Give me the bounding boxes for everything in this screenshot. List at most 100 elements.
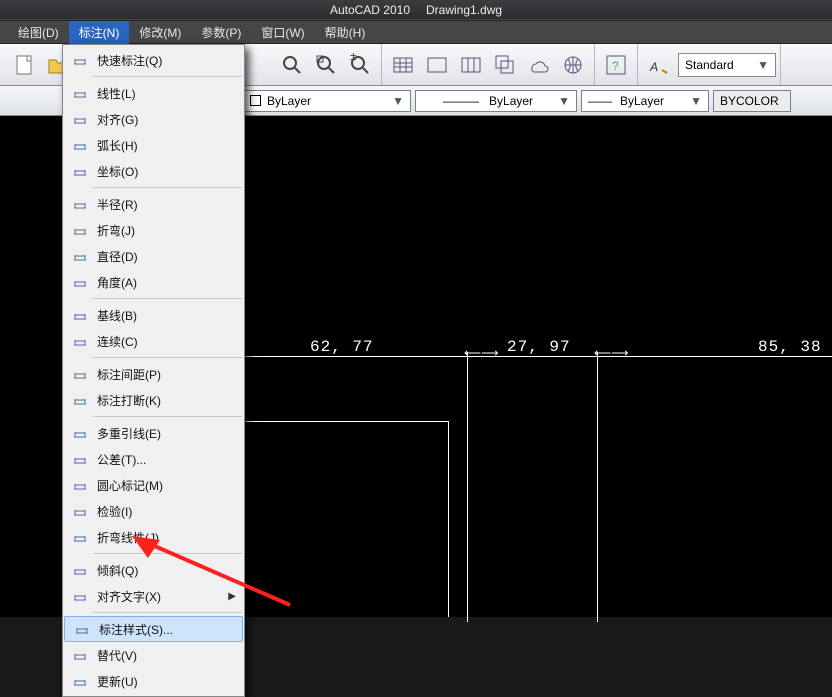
- diameter-icon: [69, 248, 91, 264]
- dim-text-1: 62, 77: [310, 338, 374, 356]
- grid-button[interactable]: [455, 49, 487, 81]
- style-value: Standard: [685, 58, 734, 72]
- dim-text-2: 27, 97: [507, 338, 571, 356]
- dd-joglinear[interactable]: 折弯线性(J): [63, 524, 244, 550]
- help-button[interactable]: ?: [600, 49, 632, 81]
- lineweight-combo[interactable]: ——ByLayer ▼: [581, 90, 709, 112]
- space-icon: [69, 366, 91, 382]
- dd-linear[interactable]: 线性(L): [63, 80, 244, 106]
- linetype-value: ByLayer: [489, 94, 533, 108]
- dd-center[interactable]: 圆心标记(M): [63, 472, 244, 498]
- continue-icon: [69, 333, 91, 349]
- dd-inspect[interactable]: 检验(I): [63, 498, 244, 524]
- plotstyle-value: BYCOLOR: [720, 94, 779, 108]
- zoom-realtime-button[interactable]: ±: [344, 49, 376, 81]
- override-icon: [69, 647, 91, 663]
- dd-space[interactable]: 标注间距(P): [63, 361, 244, 387]
- table-button[interactable]: [387, 49, 419, 81]
- textstyle-button[interactable]: A: [643, 49, 675, 81]
- color-value: ByLayer: [267, 94, 311, 108]
- tolerance-icon: [69, 451, 91, 467]
- style-combo[interactable]: Standard ▼: [678, 53, 776, 77]
- dd-radius[interactable]: 半径(R): [63, 191, 244, 217]
- dd-linear-label: 线性(L): [97, 85, 136, 102]
- svg-text:?: ?: [612, 59, 619, 73]
- dd-oblique[interactable]: 倾斜(Q): [63, 557, 244, 583]
- layers-button[interactable]: [489, 49, 521, 81]
- inspect-icon: [69, 503, 91, 519]
- title-bar: AutoCAD 2010 Drawing1.dwg: [0, 0, 832, 20]
- svg-text:±: ±: [350, 53, 357, 63]
- align-text-icon: [69, 588, 91, 604]
- menu-modify[interactable]: 修改(M): [129, 21, 191, 44]
- chevron-down-icon: ▼: [558, 94, 570, 108]
- dimstyle-icon: [71, 621, 93, 637]
- app-name: AutoCAD 2010: [330, 3, 410, 17]
- dd-ordinate-label: 坐标(O): [97, 163, 138, 180]
- dd-baseline[interactable]: 基线(B): [63, 302, 244, 328]
- dd-joglinear-label: 折弯线性(J): [97, 529, 159, 546]
- linetype-combo[interactable]: ———ByLayer ▼: [415, 90, 577, 112]
- dd-arclen-label: 弧长(H): [97, 137, 138, 154]
- dd-break[interactable]: 标注打断(K): [63, 387, 244, 413]
- dd-continue[interactable]: 连续(C): [63, 328, 244, 354]
- dd-inspect-label: 检验(I): [97, 503, 132, 520]
- quick-dim-icon: [69, 52, 91, 68]
- oblique-icon: [69, 562, 91, 578]
- center-icon: [69, 477, 91, 493]
- dd-override[interactable]: 替代(V): [63, 642, 244, 668]
- table2-button[interactable]: [421, 49, 453, 81]
- dd-ordinate[interactable]: 坐标(O): [63, 158, 244, 184]
- dd-diameter[interactable]: 直径(D): [63, 243, 244, 269]
- dim-line: [183, 356, 832, 357]
- lineweight-value: ByLayer: [620, 94, 664, 108]
- dd-jogged[interactable]: 折弯(J): [63, 217, 244, 243]
- dd-jogged-label: 折弯(J): [97, 222, 135, 239]
- dd-mleader[interactable]: 多重引线(E): [63, 420, 244, 446]
- dd-quick[interactable]: 快速标注(Q): [63, 47, 244, 73]
- menu-help[interactable]: 帮助(H): [315, 21, 376, 44]
- dim-text-3: 85, 38: [758, 338, 822, 356]
- angle-icon: [69, 274, 91, 290]
- menu-bar: 绘图(D) 标注(N) 修改(M) 参数(P) 窗口(W) 帮助(H): [0, 20, 832, 44]
- dd-tolerance[interactable]: 公差(T)...: [63, 446, 244, 472]
- chevron-down-icon: ▼: [392, 94, 404, 108]
- new-button[interactable]: [9, 49, 41, 81]
- jog-linear-icon: [69, 529, 91, 545]
- globe-button[interactable]: [557, 49, 589, 81]
- zoom-extents-button[interactable]: [310, 49, 342, 81]
- arc-len-icon: [69, 137, 91, 153]
- linear-icon: [69, 85, 91, 101]
- dd-aligntext[interactable]: 对齐文字(X) ▶: [63, 583, 244, 609]
- dd-arclen[interactable]: 弧长(H): [63, 132, 244, 158]
- baseline-icon: [69, 307, 91, 323]
- chevron-down-icon: ▼: [690, 94, 702, 108]
- ext-line-1: [467, 352, 468, 622]
- menu-window[interactable]: 窗口(W): [251, 21, 314, 44]
- ext-line-2: [597, 352, 598, 622]
- dd-dimstyle[interactable]: 标注样式(S)...: [64, 616, 243, 642]
- dd-update-label: 更新(U): [97, 673, 138, 690]
- color-combo[interactable]: ByLayer ▼: [243, 90, 411, 112]
- dd-aligntext-label: 对齐文字(X): [97, 588, 161, 605]
- dd-aligned[interactable]: 对齐(G): [63, 106, 244, 132]
- cloud-button[interactable]: [523, 49, 555, 81]
- dd-update[interactable]: 更新(U): [63, 668, 244, 694]
- jogged-icon: [69, 222, 91, 238]
- dd-angle[interactable]: 角度(A): [63, 269, 244, 295]
- submenu-arrow-icon: ▶: [228, 591, 236, 602]
- radius-icon: [69, 196, 91, 212]
- zoom-window-button[interactable]: [276, 49, 308, 81]
- file-name: Drawing1.dwg: [426, 3, 502, 17]
- break-icon: [69, 392, 91, 408]
- menu-param[interactable]: 参数(P): [191, 21, 251, 44]
- aligned-icon: [69, 111, 91, 127]
- menu-draw[interactable]: 绘图(D): [8, 21, 69, 44]
- update-icon: [69, 673, 91, 689]
- dimension-dropdown: 快速标注(Q) 线性(L) 对齐(G) 弧长(H) 坐标(O) 半径(R) 折弯(J) 直径(…: [62, 44, 245, 697]
- dd-tolerance-label: 公差(T)...: [97, 451, 146, 468]
- dd-quick-label: 快速标注(Q): [97, 52, 162, 69]
- chevron-down-icon: ▼: [757, 58, 769, 72]
- menu-dimension[interactable]: 标注(N): [69, 21, 130, 44]
- plotstyle-combo[interactable]: BYCOLOR: [713, 90, 791, 112]
